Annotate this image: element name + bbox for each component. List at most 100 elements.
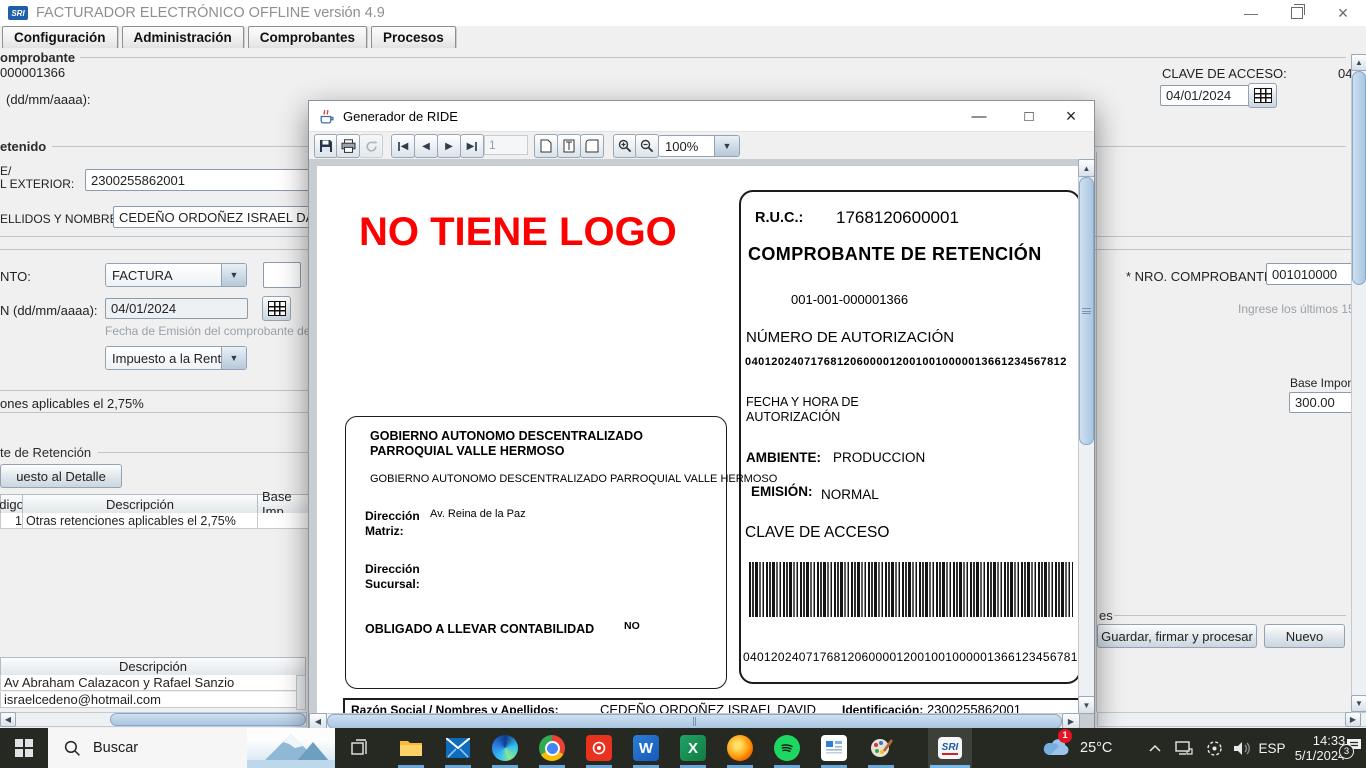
window-restore-button[interactable] xyxy=(1274,0,1320,26)
office-app-icon xyxy=(821,735,847,761)
fecha-emision-field[interactable]: 04/01/2024 xyxy=(1160,85,1250,106)
guardar-firmar-procesar-button[interactable]: Guardar, firmar y procesar xyxy=(1097,624,1257,648)
bottom-table-row-direccion[interactable]: Av Abraham Calazacon y Rafael Sanzio xyxy=(0,675,302,691)
contabilidad-label: OBLIGADO A LLEVAR CONTABILIDAD xyxy=(365,622,594,636)
agregar-impuesto-button[interactable]: uesto al Detalle xyxy=(0,464,122,488)
identificacion-label-1: E/ xyxy=(0,164,11,178)
menu-configuracion[interactable]: Configuración xyxy=(2,26,118,49)
tax-table-cell-base[interactable] xyxy=(257,513,314,529)
taskbar-file-explorer[interactable] xyxy=(388,728,434,768)
hscrollbar-right-arrow[interactable]: ▶ xyxy=(1345,712,1361,727)
previous-page-button[interactable]: ◀ xyxy=(414,134,438,158)
tray-network[interactable] xyxy=(1170,728,1198,768)
menu-administracion[interactable]: Administración xyxy=(122,26,244,49)
tax-table-header-base[interactable]: Base Imp xyxy=(257,494,314,514)
firefox-icon xyxy=(727,735,753,761)
dialog-maximize-button[interactable]: □ xyxy=(1007,101,1051,131)
hscrollbar-left-arrow[interactable]: ◀ xyxy=(0,712,16,727)
calendar-button-1[interactable] xyxy=(1248,83,1277,108)
tray-meet-now[interactable] xyxy=(1200,728,1228,768)
fecha2-field[interactable]: 04/01/2024 xyxy=(105,298,248,319)
taskbar-pdf-app[interactable] xyxy=(576,728,622,768)
hscrollbar-left-thumb[interactable] xyxy=(110,713,306,726)
identificacion-field[interactable]: 2300255862001 xyxy=(85,169,323,191)
tray-volume[interactable] xyxy=(1228,728,1256,768)
arrow-up-icon: ▲ xyxy=(1355,58,1363,67)
next-page-button[interactable]: ▶ xyxy=(437,134,461,158)
taskbar-office-app[interactable] xyxy=(811,728,857,768)
nuevo-button[interactable]: Nuevo xyxy=(1264,624,1345,648)
windows-logo-icon xyxy=(15,739,33,757)
vscrollbar-thumb[interactable] xyxy=(1352,71,1366,285)
page-number-input[interactable] xyxy=(484,135,528,155)
sri-app-label: SRI xyxy=(942,742,959,755)
start-button[interactable] xyxy=(0,728,48,768)
arrow-down-icon: ▼ xyxy=(1083,701,1091,710)
porcentaje-field[interactable] xyxy=(263,262,301,288)
dialog-titlebar[interactable]: Generador de RIDE — □ × xyxy=(309,101,1094,131)
window-minimize-button[interactable]: — xyxy=(1228,0,1274,26)
dialog-hscrollbar-left[interactable]: ◀ xyxy=(309,713,327,729)
vscrollbar-up-arrow[interactable]: ▲ xyxy=(1351,54,1366,71)
tax-table-cell-descripcion[interactable]: Otras retenciones aplicables el 2,75% xyxy=(22,513,260,529)
first-page-button[interactable]: ◀ xyxy=(391,134,415,158)
last-page-button[interactable]: ▶ xyxy=(460,134,484,158)
save-button[interactable] xyxy=(314,134,338,158)
tray-language[interactable]: ESP xyxy=(1254,728,1290,768)
menu-comprobantes[interactable]: Comprobantes xyxy=(248,26,367,49)
zoom-out-button[interactable] xyxy=(635,134,659,158)
sri-app-icon: SRI xyxy=(938,737,962,759)
dialog-hscrollbar-right[interactable]: ▶ xyxy=(1062,713,1080,729)
hscrollbar-right-track[interactable] xyxy=(1097,712,1366,727)
documento-combobox[interactable]: FACTURA ▼ xyxy=(105,263,247,287)
vscrollbar-down-arrow[interactable]: ▼ xyxy=(1351,695,1366,712)
layout-single-page-button[interactable] xyxy=(534,134,558,158)
taskbar-firefox[interactable] xyxy=(717,728,763,768)
calendar-button-2[interactable] xyxy=(262,296,291,321)
tax-table-header-descripcion[interactable]: Descripción xyxy=(22,494,258,514)
dialog-minimize-button[interactable]: — xyxy=(957,101,1001,131)
documento-combo-button[interactable]: ▼ xyxy=(221,264,246,286)
refresh-button[interactable] xyxy=(359,134,383,158)
arrow-down-icon: ▼ xyxy=(1355,699,1363,708)
zoom-in-button[interactable] xyxy=(613,134,637,158)
taskbar-excel[interactable]: X xyxy=(670,728,716,768)
emision-label: EMISIÓN: xyxy=(751,484,813,499)
taskbar-word[interactable]: W xyxy=(623,728,669,768)
bottom-table-row-email[interactable]: israelcedeno@hotmail.com xyxy=(0,692,302,708)
dialog-close-button[interactable]: × xyxy=(1049,101,1093,131)
taskbar-search[interactable]: Buscar xyxy=(48,728,335,768)
window-close-button[interactable]: × xyxy=(1320,0,1366,26)
zoom-combo-button[interactable]: ▼ xyxy=(714,136,739,156)
dialog-hscrollbar-thumb[interactable] xyxy=(327,714,1062,729)
layout-fit-page-button[interactable] xyxy=(557,134,581,158)
print-button[interactable] xyxy=(336,134,360,158)
dialog-vscrollbar-thumb[interactable] xyxy=(1079,177,1094,445)
taskbar-mail[interactable] xyxy=(435,728,481,768)
pdf-app-icon xyxy=(586,735,612,761)
menu-procesos[interactable]: Procesos xyxy=(371,26,456,49)
zoom-level-combobox[interactable]: 100% ▼ xyxy=(658,135,740,157)
task-view-button[interactable] xyxy=(337,728,383,768)
action-center-button[interactable]: 3 xyxy=(1342,728,1366,768)
bottom-table-header[interactable]: Descripción xyxy=(0,657,306,676)
impuesto-combo-button[interactable]: ▼ xyxy=(221,347,246,369)
taskbar-sri-app-active[interactable]: SRI xyxy=(928,728,972,768)
doc-number: 001-001-000001366 xyxy=(791,292,908,307)
dialog-vscrollbar-up[interactable]: ▲ xyxy=(1078,159,1094,177)
dialog-vscrollbar-down[interactable]: ▼ xyxy=(1078,696,1094,714)
calendar-icon xyxy=(268,301,286,316)
taskbar-edge[interactable] xyxy=(482,728,528,768)
taskbar-chrome[interactable] xyxy=(529,728,575,768)
impuesto-combobox[interactable]: Impuesto a la Renta ▼ xyxy=(105,346,247,370)
tax-table-header-codigo[interactable]: digo xyxy=(0,494,23,514)
tray-weather[interactable]: 1 25°C xyxy=(1036,728,1136,768)
layout-fit-width-button[interactable] xyxy=(580,134,604,158)
tray-chevron[interactable] xyxy=(1142,728,1168,768)
excel-icon: X xyxy=(680,735,706,761)
taskbar-paint[interactable] xyxy=(858,728,904,768)
arrow-right-icon: ▶ xyxy=(1068,717,1074,726)
taskbar-spotify[interactable] xyxy=(764,728,810,768)
spotify-icon xyxy=(774,735,800,761)
bottom-table-scrollbar[interactable] xyxy=(296,675,306,710)
